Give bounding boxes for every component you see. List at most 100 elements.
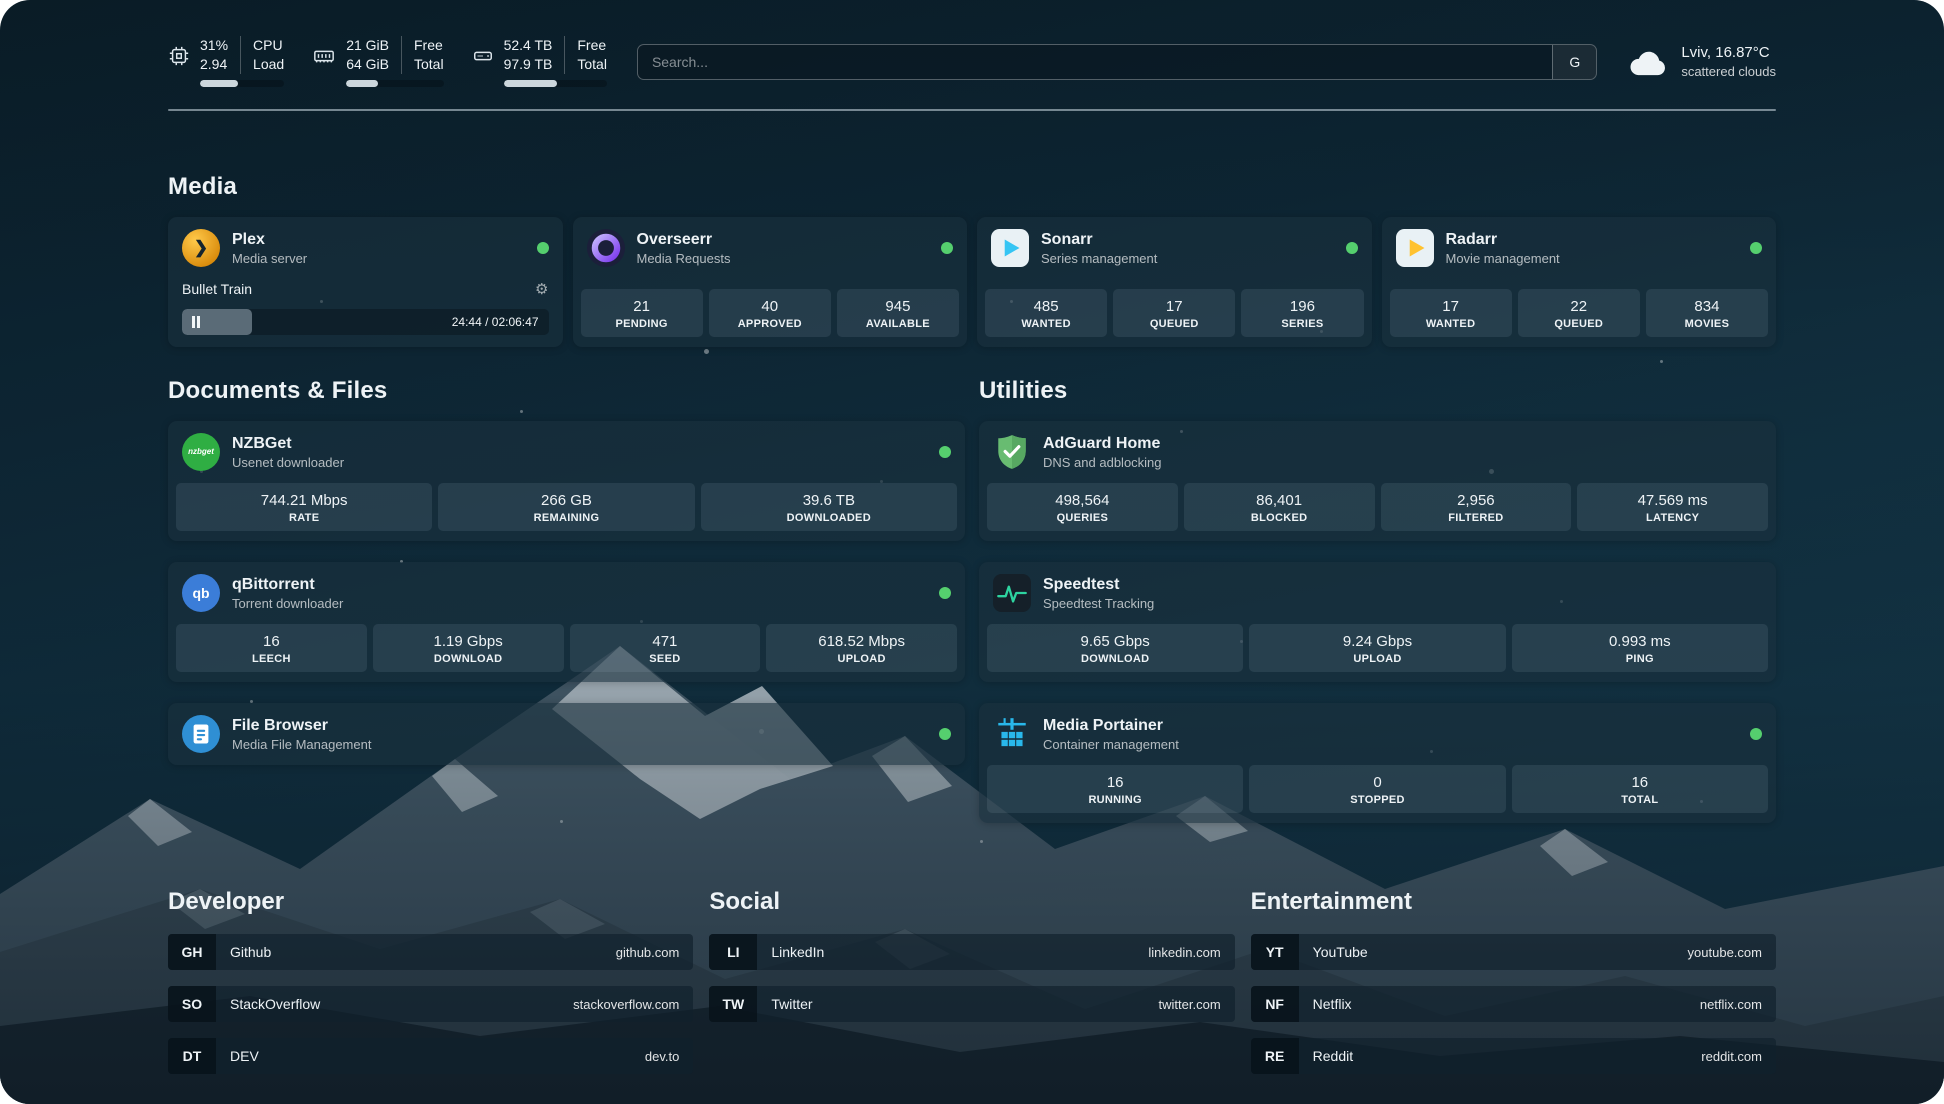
section-title-documents: Documents & Files bbox=[168, 377, 965, 405]
ram-icon bbox=[312, 45, 336, 67]
overseerr-card[interactable]: Overseerr Media Requests 21 PENDING 40 A… bbox=[573, 217, 968, 347]
radarr-icon bbox=[1396, 229, 1434, 267]
search-input[interactable] bbox=[638, 45, 1552, 79]
search-engine-button[interactable]: G bbox=[1552, 45, 1596, 79]
app-subtitle: Movie management bbox=[1446, 250, 1560, 267]
disk-usage-fill bbox=[504, 80, 558, 87]
radarr-card[interactable]: Radarr Movie management 17 WANTED 22 QUE… bbox=[1382, 217, 1777, 347]
bookmark-twitter[interactable]: TW Twitter twitter.com bbox=[709, 986, 1234, 1022]
app-name: qBittorrent bbox=[232, 575, 343, 595]
cpu-usage-fill bbox=[200, 80, 238, 87]
dashboard-screen: 31% 2.94 CPU Load bbox=[0, 0, 1944, 1104]
bookmark-name: StackOverflow bbox=[230, 996, 320, 1012]
settings-icon[interactable]: ⚙ bbox=[535, 282, 548, 297]
portainer-card[interactable]: Media Portainer Container management 16 … bbox=[979, 703, 1776, 823]
qbittorrent-card[interactable]: qb qBittorrent Torrent downloader 16 LEE… bbox=[168, 562, 965, 682]
cloud-icon bbox=[1627, 47, 1669, 77]
disk-usage-bar bbox=[504, 80, 607, 87]
app-name: File Browser bbox=[232, 716, 371, 736]
stat-seed: 471 SEED bbox=[570, 624, 761, 672]
nzbget-icon: nzbget bbox=[182, 433, 220, 471]
app-subtitle: Usenet downloader bbox=[232, 454, 344, 471]
status-dot bbox=[1750, 728, 1762, 740]
bookmark-name: YouTube bbox=[1313, 944, 1368, 960]
nzbget-card[interactable]: nzbget NZBGet Usenet downloader 744.21 M… bbox=[168, 421, 965, 541]
stat-leech: 16 LEECH bbox=[176, 624, 367, 672]
stat-download: 1.19 Gbps DOWNLOAD bbox=[373, 624, 564, 672]
bookmark-url: youtube.com bbox=[1688, 945, 1762, 960]
stat-stopped: 0 STOPPED bbox=[1249, 765, 1505, 813]
stat-download: 9.65 Gbps DOWNLOAD bbox=[987, 624, 1243, 672]
speedtest-card[interactable]: Speedtest Speedtest Tracking 9.65 Gbps D… bbox=[979, 562, 1776, 682]
bookmark-linkedin[interactable]: LI LinkedIn linkedin.com bbox=[709, 934, 1234, 970]
section-documents: Documents & Files nzbget NZBGet Usenet d… bbox=[168, 377, 965, 786]
app-name: Sonarr bbox=[1041, 230, 1157, 250]
ram-free: 21 GiB bbox=[346, 36, 389, 55]
stat-upload: 9.24 Gbps UPLOAD bbox=[1249, 624, 1505, 672]
cpu-icon bbox=[168, 45, 190, 67]
app-name: Overseerr bbox=[637, 230, 731, 250]
bookmark-reddit[interactable]: RE Reddit reddit.com bbox=[1251, 1038, 1776, 1074]
disk-free: 52.4 TB bbox=[504, 36, 553, 55]
portainer-icon bbox=[993, 715, 1031, 753]
playback-time: 24:44 / 02:06:47 bbox=[452, 315, 539, 329]
stat-running: 16 RUNNING bbox=[987, 765, 1243, 813]
section-title-entertainment: Entertainment bbox=[1251, 888, 1776, 916]
stat-queries: 498,564 QUERIES bbox=[987, 483, 1178, 531]
bookmark-netflix[interactable]: NF Netflix netflix.com bbox=[1251, 986, 1776, 1022]
app-subtitle: Media File Management bbox=[232, 736, 371, 753]
stat-movies: 834 MOVIES bbox=[1646, 289, 1768, 337]
section-media: Media ❯ Plex Media server bbox=[168, 173, 1776, 347]
playback-progress-bar[interactable]: 24:44 / 02:06:47 bbox=[182, 309, 549, 335]
stat-approved: 40 APPROVED bbox=[709, 289, 831, 337]
app-name: Media Portainer bbox=[1043, 716, 1179, 736]
weather-condition: scattered clouds bbox=[1681, 63, 1776, 80]
sonarr-icon bbox=[991, 229, 1029, 267]
bookmark-url: stackoverflow.com bbox=[573, 997, 679, 1012]
header-divider bbox=[168, 109, 1776, 111]
adguard-icon bbox=[993, 433, 1031, 471]
stat-rate: 744.21 Mbps RATE bbox=[176, 483, 432, 531]
top-bar: 31% 2.94 CPU Load bbox=[168, 36, 1776, 87]
bookmark-url: reddit.com bbox=[1701, 1049, 1762, 1064]
status-dot bbox=[1750, 242, 1762, 254]
bookmark-group-entertainment: Entertainment YT YouTube youtube.com NF … bbox=[1251, 888, 1776, 1090]
bookmark-name: DEV bbox=[230, 1048, 259, 1064]
stat-upload: 618.52 Mbps UPLOAD bbox=[766, 624, 957, 672]
status-dot bbox=[1346, 242, 1358, 254]
bookmark-youtube[interactable]: YT YouTube youtube.com bbox=[1251, 934, 1776, 970]
status-dot bbox=[939, 728, 951, 740]
app-subtitle: Container management bbox=[1043, 736, 1179, 753]
bookmark-stackoverflow[interactable]: SO StackOverflow stackoverflow.com bbox=[168, 986, 693, 1022]
app-subtitle: Series management bbox=[1041, 250, 1157, 267]
section-title-social: Social bbox=[709, 888, 1234, 916]
search-bar: G bbox=[637, 44, 1597, 80]
disk-widget: 52.4 TB 97.9 TB Free Total bbox=[472, 36, 607, 87]
status-dot bbox=[939, 446, 951, 458]
stat-remaining: 266 GB REMAINING bbox=[438, 483, 694, 531]
app-name: Radarr bbox=[1446, 230, 1560, 250]
bookmark-url: github.com bbox=[616, 945, 680, 960]
section-title-media: Media bbox=[168, 173, 1776, 201]
bookmark-name: LinkedIn bbox=[771, 944, 824, 960]
plex-card[interactable]: ❯ Plex Media server Bullet Train ⚙ bbox=[168, 217, 563, 347]
app-name: AdGuard Home bbox=[1043, 434, 1162, 454]
cpu-percent: 31% bbox=[200, 36, 228, 55]
filebrowser-card[interactable]: File Browser Media File Management bbox=[168, 703, 965, 765]
stat-blocked: 86,401 BLOCKED bbox=[1184, 483, 1375, 531]
adguard-card[interactable]: AdGuard Home DNS and adblocking 498,564 … bbox=[979, 421, 1776, 541]
filebrowser-icon bbox=[182, 715, 220, 753]
bookmark-github[interactable]: GH Github github.com bbox=[168, 934, 693, 970]
bookmark-dev[interactable]: DT DEV dev.to bbox=[168, 1038, 693, 1074]
bookmark-url: linkedin.com bbox=[1148, 945, 1220, 960]
pause-icon[interactable] bbox=[192, 316, 200, 328]
cpu-usage-bar bbox=[200, 80, 284, 87]
bookmark-url: dev.to bbox=[645, 1049, 679, 1064]
section-title-utilities: Utilities bbox=[979, 377, 1776, 405]
weather-widget: Lviv, 16.87°C scattered clouds bbox=[1627, 43, 1776, 80]
app-subtitle: DNS and adblocking bbox=[1043, 454, 1162, 471]
sonarr-card[interactable]: Sonarr Series management 485 WANTED 17 Q… bbox=[977, 217, 1372, 347]
app-name: Plex bbox=[232, 230, 307, 250]
bookmark-abbr: NF bbox=[1251, 986, 1299, 1022]
app-subtitle: Speedtest Tracking bbox=[1043, 595, 1154, 612]
